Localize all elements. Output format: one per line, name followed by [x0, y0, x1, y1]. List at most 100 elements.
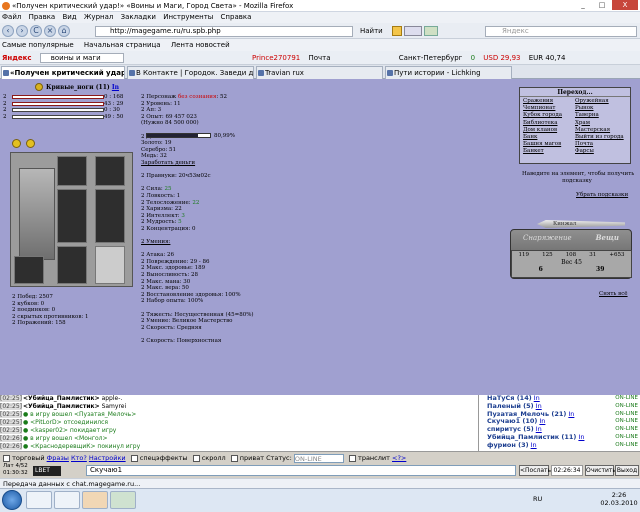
explorer-icon[interactable]	[26, 491, 52, 509]
stat-line: 2 Макс. мана: 30	[141, 278, 191, 285]
url-bar[interactable]: http://magegame.ru/ru.spb.php	[95, 26, 353, 37]
who-link[interactable]: Кто?	[71, 454, 87, 462]
bookmark-news-feed[interactable]: Лента новостей	[171, 41, 230, 49]
start-button-icon[interactable]	[2, 490, 22, 510]
mana-bar	[12, 102, 104, 106]
transition-link[interactable]: Сражения	[523, 98, 575, 105]
help-link[interactable]: <?>	[392, 454, 406, 462]
transition-link[interactable]: Мастерская	[575, 127, 627, 134]
trade-checkbox[interactable]	[3, 454, 10, 462]
badge-equipment-label[interactable]: Снаряжение	[523, 234, 572, 242]
badge-items-label[interactable]: Вещи	[596, 233, 619, 242]
firefox-taskbar-icon[interactable]	[82, 491, 108, 509]
tab-vkontakte[interactable]: В Контакте | Городок. Заведи друз...	[127, 66, 254, 79]
hide-hints-link[interactable]: Убрать подсказки	[576, 192, 628, 199]
amulet-slot[interactable]	[95, 156, 125, 186]
phrases-link[interactable]: Фразы	[47, 454, 69, 462]
yandex-mail[interactable]: Почта	[308, 54, 330, 62]
bookmark-start-page[interactable]: Начальная страница	[84, 41, 161, 49]
stop-button[interactable]: ×	[44, 25, 56, 37]
tab-lichking[interactable]: Пути истории - Lichking	[385, 66, 512, 79]
take-off-all-link[interactable]: Снять всё	[599, 291, 628, 298]
menu-help[interactable]: Справка	[221, 13, 252, 21]
sword-icon	[537, 220, 625, 228]
chat-sender[interactable]: <Убийца_Памлистик>	[23, 395, 100, 402]
yandex-logo[interactable]: Яндекс	[2, 54, 32, 62]
transition-link[interactable]: Банк	[523, 134, 575, 141]
minimize-button[interactable]: _	[574, 0, 592, 10]
download-icon[interactable]	[424, 26, 438, 36]
yandex-search-input[interactable]: воины и маги	[39, 53, 124, 63]
transition-link[interactable]: Таверна	[575, 112, 627, 119]
system-clock: 2:26 02.03.2010	[600, 491, 638, 507]
maximize-button[interactable]: □	[593, 0, 611, 10]
settings-link[interactable]: Настройки	[89, 454, 126, 462]
channel-select[interactable]: LBET	[33, 466, 61, 476]
chat-sender[interactable]: <Убийца_Памлистик>	[23, 403, 100, 410]
send-button[interactable]: <Послать	[519, 465, 551, 476]
reload-button[interactable]: C	[30, 25, 42, 37]
sword-label: Кинжал	[553, 221, 577, 227]
transition-link[interactable]: Банкет	[523, 148, 575, 155]
private-checkbox[interactable]	[230, 454, 238, 462]
menu-tools[interactable]: Инструменты	[163, 13, 213, 21]
chat-message-input[interactable]: Скучаю1	[86, 465, 516, 476]
transition-link[interactable]: Дом кланов	[523, 127, 575, 134]
translit-checkbox[interactable]	[348, 454, 356, 462]
status-select[interactable]: ON-LINE	[293, 453, 344, 463]
stat-line: 2 Макс. вера: 50	[141, 285, 189, 292]
menu-history[interactable]: Журнал	[84, 13, 113, 21]
yandex-city[interactable]: Санкт-Петербург	[399, 54, 463, 62]
user-list-item[interactable]: фурион (3) In ON-LINE	[479, 441, 640, 450]
ring-slot[interactable]	[95, 246, 125, 284]
armor-slot[interactable]	[57, 189, 87, 243]
belt-slot[interactable]	[57, 246, 87, 284]
stat-line: Медь: 32	[141, 153, 167, 160]
transition-link[interactable]: Храм	[575, 120, 627, 127]
transition-link[interactable]: Рынок	[575, 105, 627, 112]
tab-travian[interactable]: Travian rux	[256, 66, 383, 79]
transition-link[interactable]: Оружейная	[575, 98, 627, 105]
tab-game[interactable]: «Получен критический удар!»«...	[1, 66, 125, 79]
transition-link[interactable]: Башня магов	[523, 141, 575, 148]
helmet-slot[interactable]	[57, 156, 87, 186]
bookmark-popular[interactable]: Самые популярные	[2, 41, 74, 49]
media-icon[interactable]	[54, 491, 80, 509]
language-indicator[interactable]: RU	[533, 495, 542, 503]
stat-line[interactable]: 2 Умения:	[141, 239, 254, 246]
transition-link[interactable]: Почта	[575, 141, 627, 148]
transition-link[interactable]: Библиотека	[523, 120, 575, 127]
skype-taskbar-icon[interactable]	[110, 491, 136, 509]
firefox-icon	[2, 2, 10, 10]
scroll-checkbox[interactable]	[192, 454, 200, 462]
bookmark-icon[interactable]	[404, 26, 422, 36]
find-label[interactable]: Найти	[360, 27, 383, 35]
transition-link[interactable]: Кубок города	[523, 112, 575, 119]
home-button[interactable]: ⌂	[58, 25, 70, 37]
stat-line: 2 Концентрация: 0	[141, 225, 196, 232]
menu-file[interactable]: Файл	[2, 13, 21, 21]
menu-view[interactable]: Вид	[62, 13, 76, 21]
menu-bookmarks[interactable]: Закладки	[121, 13, 156, 21]
stat-line[interactable]: Заработать деньги	[141, 160, 254, 167]
search-input[interactable]: Яндекс	[485, 26, 637, 37]
menu-edit[interactable]: Правка	[29, 13, 56, 21]
info-link[interactable]: In	[112, 84, 119, 91]
back-button[interactable]: ‹	[2, 25, 14, 37]
close-button[interactable]: X	[612, 0, 638, 10]
shield-slot[interactable]	[95, 189, 125, 243]
transition-link[interactable]: Фарсы	[575, 148, 627, 155]
yandex-username[interactable]: Prince270791	[252, 54, 300, 62]
badge-numbers: 119 125 108 31 +653	[518, 252, 625, 258]
exit-button[interactable]: Выход	[615, 465, 639, 476]
transition-link[interactable]: Выйти из города	[575, 134, 627, 141]
health-bar	[12, 95, 104, 99]
transitions-header: Переход...	[520, 88, 630, 97]
effects-checkbox[interactable]	[130, 454, 138, 462]
clear-button[interactable]: Очистить	[585, 465, 616, 476]
stat-line: 2 Сила: 25	[141, 186, 172, 193]
addon-icon[interactable]	[392, 26, 402, 36]
boots-slot[interactable]	[14, 256, 44, 284]
stat-line: Серебро: 51	[141, 146, 176, 153]
forward-button[interactable]: ›	[16, 25, 28, 37]
